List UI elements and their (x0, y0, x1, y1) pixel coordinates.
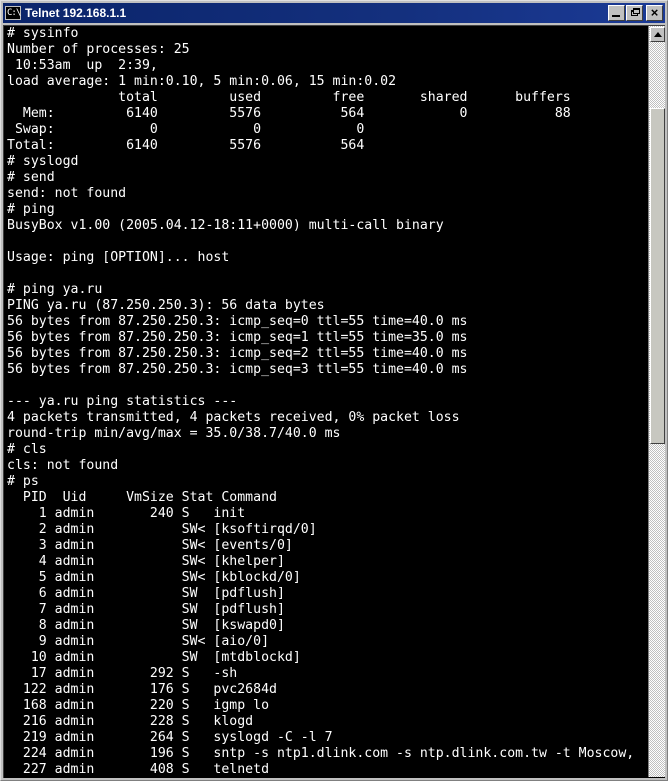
terminal-line: 56 bytes from 87.250.250.3: icmp_seq=3 t… (7, 362, 468, 377)
terminal-output[interactable]: # sysinfo Number of processes: 25 10:53am… (7, 26, 637, 777)
terminal-line: 5 admin SW< [kblockd/0] (7, 570, 301, 585)
client-area: # sysinfo Number of processes: 25 10:53am… (3, 25, 665, 778)
terminal-line: round-trip min/avg/max = 35.0/38.7/40.0 … (7, 426, 341, 441)
terminal-line: 9 admin SW< [aio/0] (7, 634, 270, 649)
terminal-line: # ps (7, 474, 39, 489)
terminal-line: PID Uid VmSize Stat Command (7, 490, 277, 505)
terminal-line: 8 admin SW [kswapd0] (7, 618, 285, 633)
terminal-line: total used free shared buffers (7, 90, 571, 105)
console-cmd-icon: C:\ (5, 6, 21, 20)
window-title: Telnet 192.168.1.1 (25, 6, 127, 20)
terminal-line: 219 admin 264 S syslogd -C -l 7 (7, 730, 333, 745)
terminal-line: Total: 6140 5576 564 (7, 138, 365, 153)
telnet-window: C:\ Telnet 192.168.1.1 × # sysinfo Number… (0, 0, 668, 781)
terminal-line: 10 admin SW [mtdblockd] (7, 650, 301, 665)
terminal-line: --- ya.ru ping statistics --- (7, 394, 238, 409)
restore-button[interactable] (626, 5, 643, 21)
terminal-line: 17 admin 292 S -sh (7, 666, 238, 681)
terminal-line: 4 packets transmitted, 4 packets receive… (7, 410, 460, 425)
terminal-line: BusyBox v1.00 (2005.04.12-18:11+0000) mu… (7, 218, 444, 233)
terminal-line: 6 admin SW [pdflush] (7, 586, 285, 601)
restore-icon-front (633, 8, 640, 14)
terminal-line: Swap: 0 0 0 (7, 122, 365, 137)
terminal-line: Number of processes: 25 (7, 42, 190, 57)
terminal-line: 10:53am up 2:39, (7, 58, 158, 73)
terminal-line: 56 bytes from 87.250.250.3: icmp_seq=0 t… (7, 314, 468, 329)
terminal-line: 2 admin SW< [ksoftirqd/0] (7, 522, 317, 537)
terminal-line: 122 admin 176 S pvc2684d (7, 682, 277, 697)
terminal-line: 7 admin SW [pdflush] (7, 602, 285, 617)
terminal-line: 1 admin 240 S init (7, 506, 246, 521)
terminal-line: send: not found (7, 186, 127, 201)
terminal-line: # ping ya.ru (7, 282, 103, 297)
terminal-line: 3 admin SW< [events/0] (7, 538, 293, 553)
terminal-line: PING ya.ru (87.250.250.3): 56 data bytes (7, 298, 325, 313)
terminal-line: 224 admin 196 S sntp -s ntp1.dlink.com -… (7, 746, 635, 761)
terminal-line: # sysinfo (7, 26, 79, 41)
vertical-scrollbar[interactable] (648, 26, 665, 777)
scrollbar-thumb[interactable] (650, 108, 665, 444)
terminal-line: # cls (7, 442, 47, 457)
caption-button-group: × (607, 5, 663, 21)
terminal-line: Mem: 6140 5576 564 0 88 (7, 106, 571, 121)
terminal-line: 216 admin 228 S klogd (7, 714, 254, 729)
close-button[interactable]: × (646, 5, 663, 21)
title-bar[interactable]: C:\ Telnet 192.168.1.1 × (3, 3, 665, 23)
terminal-line: 4 admin SW< [khelper] (7, 554, 285, 569)
scroll-up-button[interactable] (650, 27, 665, 42)
minimize-icon (612, 15, 620, 17)
close-icon: × (650, 5, 659, 20)
terminal-line: # send (7, 170, 55, 185)
terminal-line: 56 bytes from 87.250.250.3: icmp_seq=1 t… (7, 330, 468, 345)
terminal-line: load average: 1 min:0.10, 5 min:0.06, 15… (7, 74, 397, 89)
terminal-line: 227 admin 408 S telnetd (7, 762, 270, 777)
terminal-line: cls: not found (7, 458, 119, 473)
console-icon-glyph: C:\ (7, 8, 21, 18)
terminal-line: # syslogd (7, 154, 79, 169)
scroll-up-arrow-icon (654, 32, 662, 37)
terminal-line: # ping (7, 202, 55, 217)
terminal-line: Usage: ping [OPTION]... host (7, 250, 230, 265)
terminal-line: 168 admin 220 S igmp lo (7, 698, 270, 713)
minimize-button[interactable] (608, 5, 625, 21)
terminal-line: 56 bytes from 87.250.250.3: icmp_seq=2 t… (7, 346, 468, 361)
